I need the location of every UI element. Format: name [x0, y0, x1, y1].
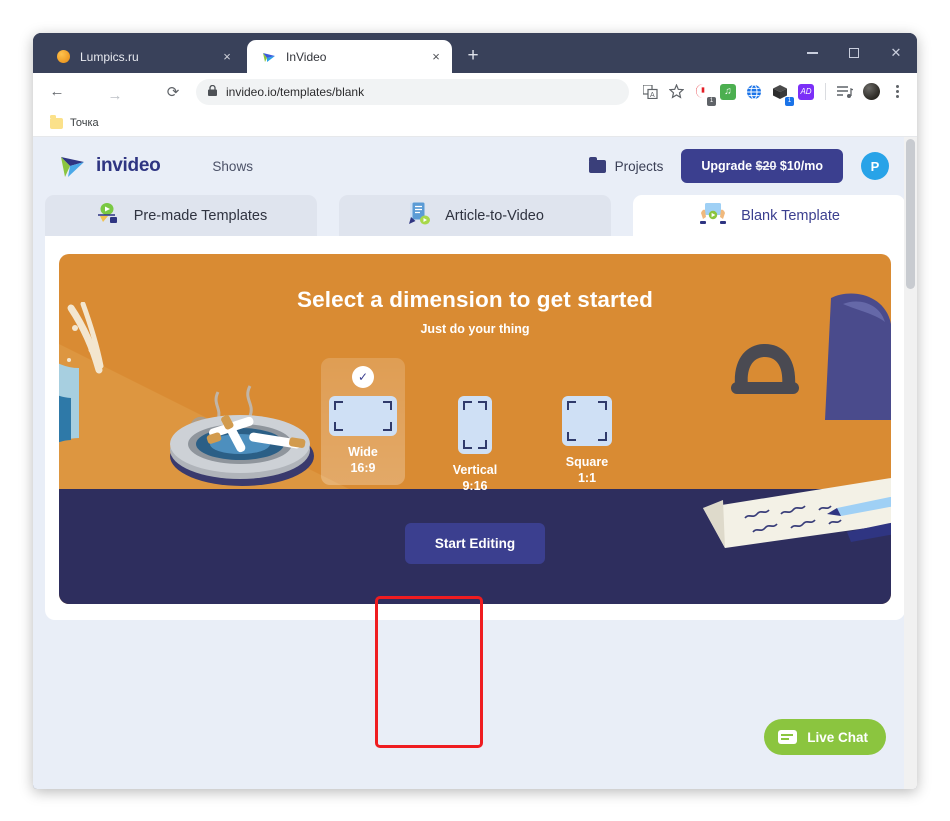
dimension-label: Square — [565, 455, 609, 469]
dimension-label: Wide — [348, 445, 378, 459]
url-text: invideo.io/templates/blank — [226, 84, 365, 99]
dimension-ratio: 1:1 — [577, 471, 597, 485]
vertical-frame-icon — [458, 396, 492, 454]
purple-extension-icon[interactable]: AD — [794, 80, 818, 104]
browser-tab-invideo[interactable]: InVideo × — [247, 40, 452, 73]
tab-label: Article-to-Video — [445, 207, 544, 224]
globe-extension-icon[interactable] — [742, 80, 766, 104]
tab-title: Lumpics.ru — [80, 49, 139, 64]
chat-bubble-icon — [778, 730, 798, 744]
highlight-annotation — [375, 596, 483, 748]
template-tabs: Pre-made Templates Article-to-Video Blan… — [33, 195, 917, 236]
browser-window: Lumpics.ru × InVideo × + ✕ ← → ⟳ invideo… — [33, 33, 917, 789]
close-icon[interactable]: × — [428, 49, 444, 65]
lumpics-favicon — [55, 49, 71, 65]
banner-content: Select a dimension to get started Just d… — [59, 254, 891, 604]
scrollbar-thumb[interactable] — [906, 139, 915, 289]
upgrade-prefix: Upgrade — [701, 159, 753, 173]
tab-label: Pre-made Templates — [133, 207, 268, 224]
live-chat-button[interactable]: Live Chat — [764, 719, 886, 755]
projects-link[interactable]: Projects — [588, 156, 664, 174]
reading-list-icon[interactable] — [833, 80, 857, 104]
dimension-banner: Select a dimension to get started Just d… — [59, 254, 891, 604]
browser-toolbar: ← → ⟳ invideo.io/templates/blank A 1 ♫ 1 — [33, 73, 917, 110]
site-header: invideo Shows Projects Upgrade $20 $10/m… — [33, 137, 917, 195]
bookmark-tochka[interactable]: Точка — [44, 115, 105, 131]
folder-icon — [50, 115, 63, 129]
window-controls: ✕ — [791, 33, 917, 73]
maximize-button[interactable] — [833, 33, 875, 73]
header-actions: Projects Upgrade $20 $10/mo P — [588, 149, 889, 183]
dimension-option-wide[interactable]: ✓ Wide 16:9 — [321, 358, 405, 485]
bookmark-star-icon[interactable] — [664, 80, 688, 104]
invideo-favicon — [261, 49, 277, 65]
web-page: invideo Shows Projects Upgrade $20 $10/m… — [33, 137, 917, 789]
tab-blank-template[interactable]: Blank Template — [633, 195, 905, 236]
selected-check-icon: ✓ — [352, 366, 374, 388]
video-camera-icon — [95, 201, 121, 231]
close-icon[interactable]: × — [219, 49, 235, 65]
dimension-ratio: 16:9 — [350, 461, 376, 475]
profile-avatar-icon[interactable] — [859, 80, 883, 104]
close-window-button[interactable]: ✕ — [875, 33, 917, 73]
square-frame-icon — [562, 396, 612, 446]
chrome-menu-kebab-icon[interactable] — [885, 80, 909, 104]
extension-badge: 1 — [785, 96, 794, 106]
svg-text:A: A — [650, 92, 655, 99]
banner-title: Select a dimension to get started — [297, 287, 653, 312]
dimension-option-vertical[interactable]: Vertical 9:16 — [433, 358, 517, 503]
start-editing-button[interactable]: Start Editing — [404, 523, 546, 564]
tab-pre-made-templates[interactable]: Pre-made Templates — [45, 195, 317, 236]
bookmarks-bar: Точка — [33, 110, 917, 137]
dimension-option-square[interactable]: Square 1:1 — [545, 358, 629, 495]
extension-badge: 1 — [707, 96, 716, 106]
tab-title: InVideo — [286, 49, 327, 64]
toolbar-divider — [825, 83, 826, 100]
new-tab-button[interactable]: + — [459, 42, 487, 70]
folder-icon — [588, 156, 606, 173]
wide-frame-icon — [329, 396, 397, 436]
translate-icon[interactable]: A — [638, 80, 662, 104]
upgrade-button[interactable]: Upgrade $20 $10/mo — [681, 149, 843, 183]
opera-vpn-extension-icon[interactable]: 1 — [690, 80, 716, 106]
box-extension-icon[interactable]: 1 — [768, 80, 794, 106]
banner-subtitle: Just do your thing — [420, 322, 530, 336]
live-chat-label: Live Chat — [807, 729, 868, 745]
bookmark-label: Точка — [70, 117, 99, 129]
projects-label: Projects — [614, 158, 664, 174]
back-icon[interactable]: ← — [43, 78, 71, 106]
forward-icon: → — [107, 87, 123, 104]
reload-icon[interactable]: ⟳ — [159, 78, 187, 106]
page-scrollbar[interactable] — [904, 137, 917, 789]
tab-article-to-video[interactable]: Article-to-Video — [339, 195, 611, 236]
browser-tab-lumpics[interactable]: Lumpics.ru × — [41, 40, 243, 73]
user-avatar[interactable]: P — [861, 152, 889, 180]
upgrade-new-price: $10/mo — [779, 159, 823, 173]
template-panel: Select a dimension to get started Just d… — [45, 236, 905, 748]
invideo-play-icon — [59, 153, 87, 179]
hands-screen-icon — [698, 201, 728, 231]
document-pen-icon — [406, 201, 432, 231]
minimize-button[interactable] — [791, 33, 833, 73]
address-bar[interactable]: invideo.io/templates/blank — [196, 78, 629, 105]
invideo-logo[interactable]: invideo — [59, 153, 161, 179]
lock-icon — [208, 84, 217, 99]
logo-text: invideo — [96, 155, 161, 176]
dimension-options: ✓ Wide 16:9 Vertical 9:16 Square 1:1 — [321, 358, 629, 503]
dimension-label: Vertical — [452, 463, 498, 477]
dimension-ratio: 9:16 — [462, 479, 488, 493]
browser-tab-strip: Lumpics.ru × InVideo × + ✕ — [33, 33, 917, 73]
music-extension-icon[interactable]: ♫ — [716, 80, 740, 104]
upgrade-old-price: $20 — [755, 159, 777, 173]
tab-label: Blank Template — [741, 207, 840, 224]
nav-link-shows[interactable]: Shows — [212, 159, 253, 174]
